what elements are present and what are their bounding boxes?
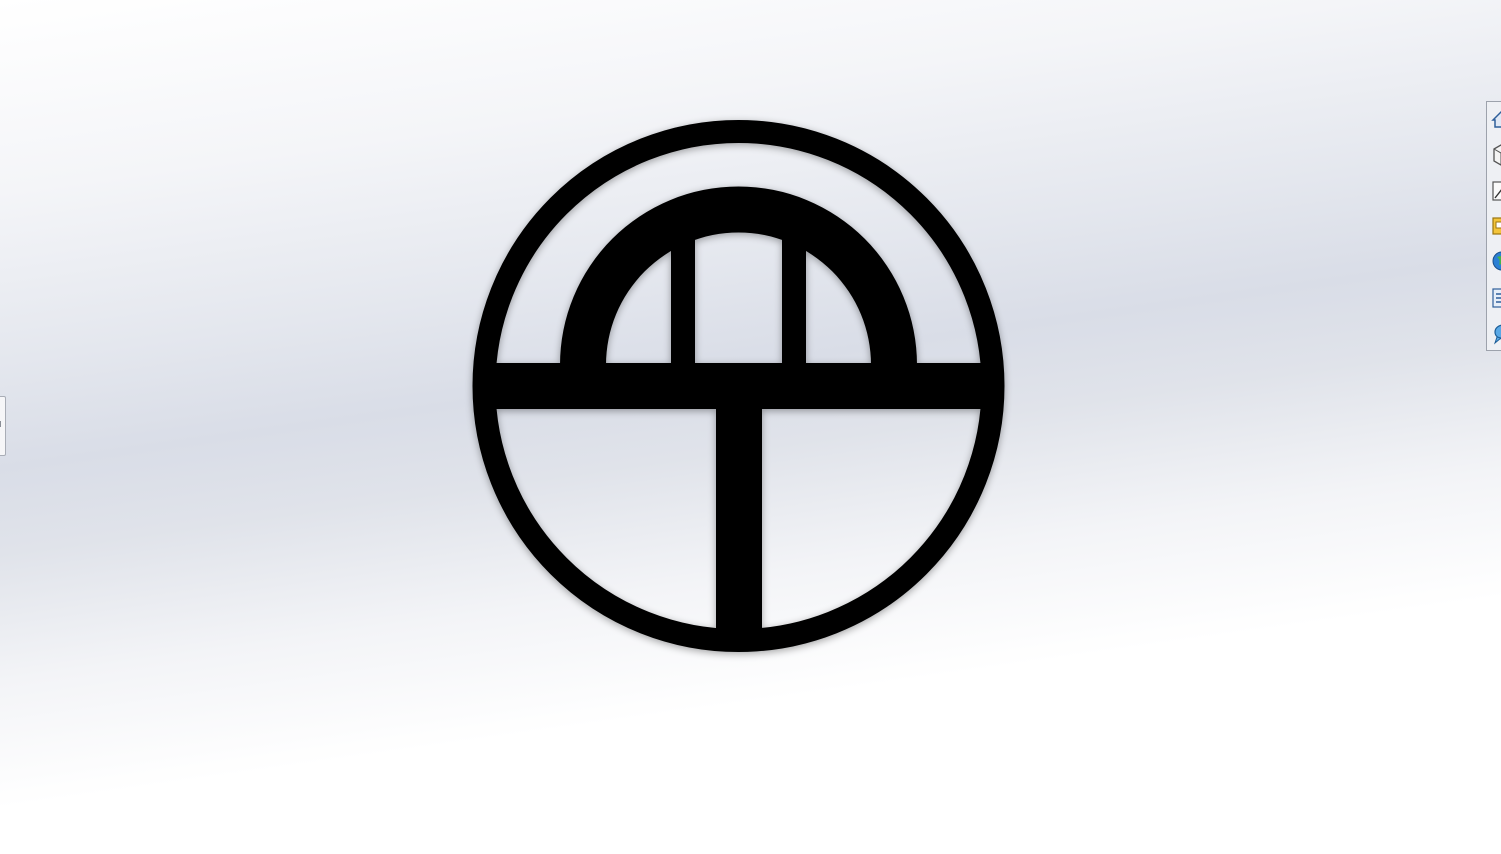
sketch-icon[interactable] [1489, 175, 1501, 207]
forum-icon[interactable] [1489, 318, 1501, 350]
home-icon[interactable] [1489, 104, 1501, 136]
arch-right-post [782, 236, 806, 366]
vertical-stem [716, 385, 762, 640]
grip-icon [0, 421, 4, 427]
feature-manager-collapse-handle[interactable] [0, 396, 6, 456]
folder-icon[interactable] [1489, 210, 1501, 242]
arch [560, 186, 917, 365]
globe-icon[interactable] [1489, 245, 1501, 277]
3d-model-emblem[interactable] [0, 0, 1501, 854]
list-icon[interactable] [1489, 282, 1501, 314]
part-icon[interactable] [1489, 139, 1501, 171]
arch-left-post [671, 236, 695, 366]
graphics-area[interactable] [0, 0, 1501, 854]
task-pane-tabs [1486, 101, 1501, 351]
emblem-geometry [472, 120, 1005, 652]
